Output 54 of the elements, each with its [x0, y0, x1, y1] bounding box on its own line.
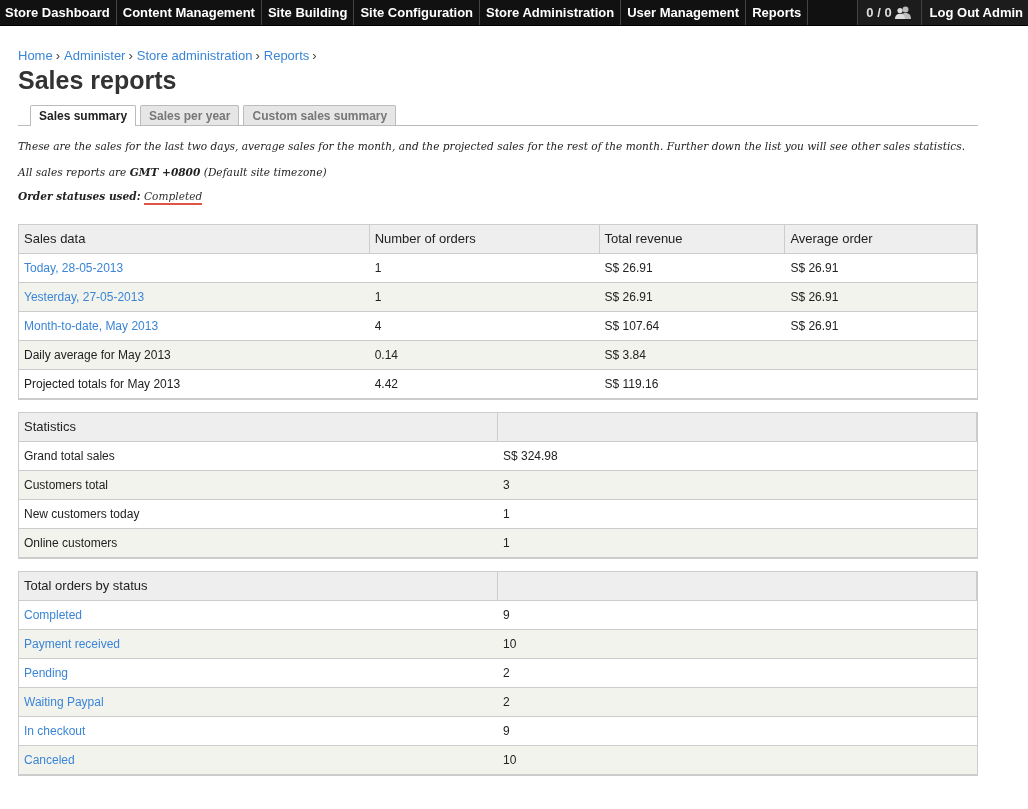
table-cell: 0.14: [369, 341, 600, 370]
column-header: Total revenue: [599, 225, 786, 254]
table-cell: 10: [498, 746, 977, 775]
users-count: 0 / 0: [865, 5, 892, 20]
table-link[interactable]: Canceled: [24, 753, 75, 767]
breadcrumb-link[interactable]: Administer: [64, 48, 126, 63]
tab[interactable]: Sales summary: [30, 105, 137, 126]
table-cell: S$ 26.91: [785, 283, 977, 312]
breadcrumb-separator: ›: [128, 48, 133, 63]
column-header: Statistics: [19, 413, 498, 442]
breadcrumb-link[interactable]: Home: [18, 48, 53, 63]
column-header: Average order: [785, 225, 977, 254]
table-cell: 10: [498, 630, 977, 659]
nav-menu-item[interactable]: Site Building: [261, 0, 355, 25]
tab[interactable]: Custom sales summary: [243, 105, 397, 125]
table-cell: 3: [498, 471, 977, 500]
breadcrumb-separator: ›: [255, 48, 260, 63]
status-link[interactable]: Completed: [144, 190, 203, 205]
table-link[interactable]: Pending: [24, 666, 69, 680]
breadcrumb-link[interactable]: Store administration: [136, 48, 253, 63]
tab[interactable]: Sales per year: [140, 105, 240, 125]
nav-menu-item[interactable]: Content Management: [116, 0, 262, 25]
statuses-label: Order statuses used:: [18, 190, 141, 202]
intro-text: These are the sales for the last two days, average sales for the month, and the projected sales for the rest of the month. Further down the list you will see other sales statistics.: [18, 140, 967, 152]
table-cell: 2: [498, 688, 977, 717]
page-title: Sales reports: [18, 66, 178, 95]
nav-menu-item[interactable]: Reports: [746, 0, 809, 25]
table-cell: Daily average for May 2013: [19, 341, 370, 370]
table-link[interactable]: Payment received: [24, 637, 121, 651]
nav-menu-item[interactable]: User Management: [621, 0, 747, 25]
nav-menu-item[interactable]: Store Dashboard: [0, 0, 117, 25]
nav-menu-item[interactable]: Site Configuration: [354, 0, 481, 25]
table-link[interactable]: Waiting Paypal: [24, 695, 104, 709]
breadcrumb-separator: ›: [312, 48, 317, 63]
nav-menu-item[interactable]: Store Administration: [480, 0, 622, 25]
column-header: Number of orders: [369, 225, 600, 254]
table-cell: Online customers: [19, 529, 498, 558]
table-cell: 1: [369, 283, 600, 312]
users-icon: [894, 6, 911, 19]
table-cell: S$ 3.84: [599, 341, 786, 370]
table-link[interactable]: Today, 28-05-2013: [24, 261, 124, 275]
breadcrumb-link[interactable]: Reports: [263, 48, 310, 63]
column-header: Total orders by status: [19, 572, 498, 601]
table-link[interactable]: In checkout: [24, 724, 86, 738]
table-link[interactable]: Month-to-date, May 2013: [24, 319, 159, 333]
breadcrumb-separator: ›: [55, 48, 61, 63]
table-cell: Customers total: [19, 471, 498, 500]
table-cell: 1: [498, 529, 977, 558]
column-header: Sales data: [19, 225, 370, 254]
table-cell: S$ 26.91: [599, 283, 786, 312]
table-link[interactable]: Yesterday, 27-05-2013: [24, 290, 145, 304]
logout-link[interactable]: Log Out Admin: [920, 0, 1028, 25]
table-link[interactable]: Completed: [24, 608, 83, 622]
timezone-note: All sales reports are GMT +0800 (Default site timezone): [18, 166, 328, 178]
